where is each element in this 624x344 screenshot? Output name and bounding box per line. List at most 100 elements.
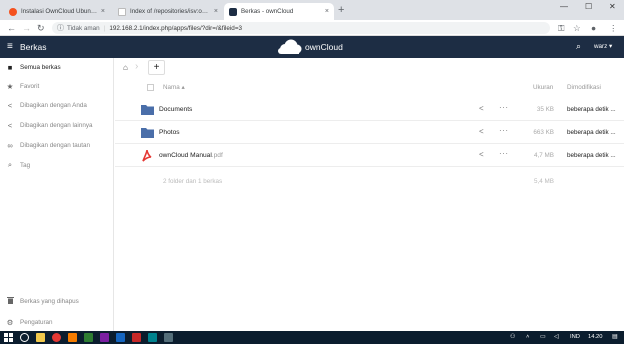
file-size: 663 KB <box>533 129 554 136</box>
table-row[interactable]: Documents < ··· 35 KB beberapa detik ... <box>115 99 624 121</box>
windows-taskbar: ⚇ ˄ ▭ ◁ IND 14.20 ▤ <box>0 331 624 344</box>
search-icon[interactable]: ⌕ <box>576 41 581 52</box>
sidebar-item-shared-with-others[interactable]: < Dibagikan dengan lainnya <box>0 118 114 132</box>
sidebar-item-shared-with-you[interactable]: < Dibagikan dengan Anda <box>0 98 114 112</box>
new-file-button[interactable]: + <box>148 60 165 75</box>
file-modified: beberapa detik ... <box>567 129 616 136</box>
account-icon[interactable]: ● <box>591 22 596 34</box>
sidebar-item-label: Favorit <box>20 82 40 90</box>
tab-close-icon[interactable]: × <box>325 8 329 15</box>
more-actions-icon[interactable]: ··· <box>499 149 509 158</box>
folder-icon: ■ <box>7 62 13 72</box>
logo-text: ownCloud <box>305 42 343 52</box>
tray-people-icon[interactable]: ⚇ <box>510 334 515 340</box>
column-size-header[interactable]: Ukuran <box>533 84 553 91</box>
app-icon[interactable] <box>164 333 173 342</box>
security-label: Tidak aman <box>67 24 100 32</box>
app-icon[interactable] <box>148 333 157 342</box>
browser-menu-icon[interactable]: ⋮ <box>609 22 618 34</box>
table-row[interactable]: Photos < ··· 663 KB beberapa detik ... <box>115 122 624 144</box>
trash-icon <box>0 296 20 306</box>
tray-volume-icon[interactable]: ◁ <box>554 334 558 340</box>
clock-time[interactable]: 14.20 <box>588 334 603 340</box>
maximize-icon[interactable]: ☐ <box>585 2 592 11</box>
folder-icon <box>141 128 154 138</box>
breadcrumb-separator: › <box>135 61 139 72</box>
file-table-header: Nama ▴ Ukuran Dimodifikasi <box>115 80 624 96</box>
file-explorer-icon[interactable] <box>36 333 45 342</box>
owncloud-logo-icon[interactable] <box>277 39 303 55</box>
key-icon[interactable]: ⚿ <box>558 22 564 34</box>
windows-start-icon[interactable] <box>4 333 13 342</box>
search-icon[interactable] <box>20 333 29 342</box>
app-icon[interactable] <box>84 333 93 342</box>
file-list-area: ⌂ › + Nama ▴ Ukuran Dimodifikasi Documen… <box>115 58 624 331</box>
sidebar-item-settings[interactable]: ⚙ Pengaturan <box>0 315 114 329</box>
sidebar-item-label: Dibagikan dengan tautan <box>20 141 91 149</box>
gear-icon: ⚙ <box>6 317 14 327</box>
address-bar-row: ← → ↻ ⓘ Tidak aman | 192.168.2.1/index.p… <box>0 20 624 36</box>
share-icon[interactable]: < <box>479 104 484 113</box>
link-icon: ∞ <box>7 140 13 150</box>
tab-close-icon[interactable]: × <box>214 8 218 15</box>
column-modified-header[interactable]: Dimodifikasi <box>567 84 601 91</box>
pdf-icon <box>142 149 152 162</box>
share-icon: < <box>7 120 13 130</box>
select-all-checkbox[interactable] <box>147 84 154 91</box>
file-name[interactable]: Photos <box>159 129 180 136</box>
share-icon[interactable]: < <box>479 150 484 159</box>
file-modified: beberapa detik ... <box>567 152 616 159</box>
more-actions-icon[interactable]: ··· <box>499 126 509 135</box>
tab-owncloud-install[interactable]: Instalasi OwnCloud Ubuntu 16.0... × <box>4 3 110 20</box>
reload-icon[interactable]: ↻ <box>37 22 45 34</box>
new-tab-button[interactable]: + <box>338 4 344 16</box>
file-ext: .pdf <box>211 152 223 159</box>
sidebar-item-favorites[interactable]: ★ Favorit <box>0 79 114 93</box>
app-icon[interactable] <box>116 333 125 342</box>
url-field[interactable]: ⓘ Tidak aman | 192.168.2.1/index.php/app… <box>52 22 550 34</box>
forward-icon[interactable]: → <box>22 22 31 34</box>
sidebar-item-deleted-files[interactable]: Berkas yang dihapus <box>0 294 114 308</box>
summary-text: 2 folder dan 1 berkas <box>163 178 223 185</box>
chrome-icon[interactable] <box>52 333 61 342</box>
bookmark-star-icon[interactable]: ☆ <box>573 22 581 34</box>
tab-title: Berkas - ownCloud <box>241 8 294 15</box>
tab-berkas-owncloud[interactable]: Berkas - ownCloud × <box>224 3 334 20</box>
app-icon[interactable] <box>68 333 77 342</box>
owncloud-favicon-icon <box>229 7 237 16</box>
folder-icon <box>141 105 154 115</box>
file-summary-row: 2 folder dan 1 berkas 5,4 MB <box>115 176 624 190</box>
tab-close-icon[interactable]: × <box>101 8 105 15</box>
share-icon[interactable]: < <box>479 127 484 136</box>
info-icon[interactable]: ⓘ <box>57 23 64 33</box>
language-indicator[interactable]: IND <box>570 334 580 340</box>
home-icon[interactable]: ⌂ <box>123 63 128 72</box>
more-actions-icon[interactable]: ··· <box>499 103 509 112</box>
back-icon[interactable]: ← <box>7 22 16 34</box>
minimize-icon[interactable]: — <box>560 2 568 11</box>
app-title[interactable]: Berkas <box>20 42 46 52</box>
hamburger-menu-icon[interactable]: ≡ <box>7 41 13 53</box>
blogger-favicon-icon <box>9 7 17 16</box>
user-menu[interactable]: warz ▾ <box>594 43 612 50</box>
tag-search-icon: ⌕ <box>7 160 13 169</box>
file-name-text: ownCloud Manual <box>159 152 212 159</box>
sidebar-item-label: Semua berkas <box>20 63 61 71</box>
tab-index-repositories[interactable]: Index of /repositories/isv:ownCl... × <box>113 3 223 20</box>
tray-chevron-up-icon[interactable]: ˄ <box>526 334 529 340</box>
browser-tab-bar: Instalasi OwnCloud Ubuntu 16.0... × Inde… <box>0 0 624 20</box>
window-close-icon[interactable]: ✕ <box>609 2 616 11</box>
tray-network-icon[interactable]: ▭ <box>540 334 545 340</box>
table-row[interactable]: ownCloud Manual.pdf < ··· 4,7 MB beberap… <box>115 145 624 167</box>
file-name[interactable]: Documents <box>159 106 192 113</box>
app-icon[interactable] <box>132 333 141 342</box>
sidebar-item-label: Tag <box>20 161 31 169</box>
column-name-header[interactable]: Nama ▴ <box>163 84 185 91</box>
file-name[interactable]: ownCloud Manual.pdf <box>159 152 223 159</box>
app-icon[interactable] <box>100 333 109 342</box>
sidebar-item-all-files[interactable]: ■ Semua berkas <box>0 60 114 74</box>
tab-title: Index of /repositories/isv:ownCl... <box>130 8 211 15</box>
sidebar-item-shared-by-link[interactable]: ∞ Dibagikan dengan tautan <box>0 138 114 152</box>
notification-icon[interactable]: ▤ <box>612 334 617 340</box>
sidebar-item-tags[interactable]: ⌕ Tag <box>0 158 114 172</box>
